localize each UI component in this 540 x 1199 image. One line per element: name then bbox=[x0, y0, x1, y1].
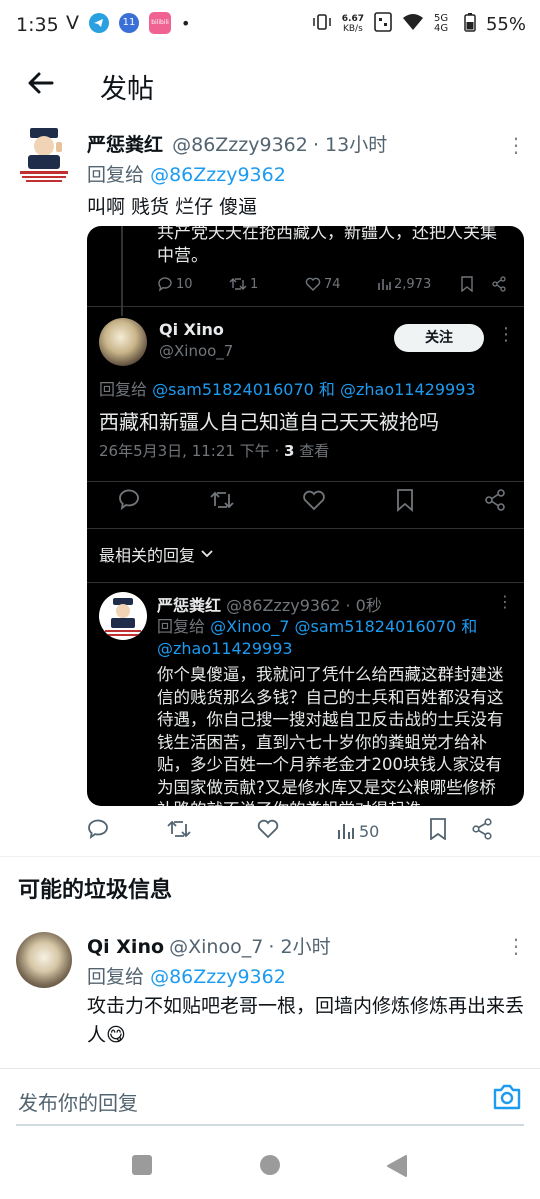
spam-user-name[interactable]: Qi Xino bbox=[87, 936, 164, 958]
embed-user-name[interactable]: Qi Xino bbox=[159, 320, 224, 339]
embed-like-icon[interactable] bbox=[302, 488, 326, 512]
battery-icon bbox=[464, 12, 476, 36]
nested-reply-text: 你个臭傻逼，我就问了凭什么给西藏这群封建迷信的贱货那么多钱？自己的士兵和百姓都没… bbox=[157, 665, 504, 806]
embed-action-bar bbox=[117, 488, 507, 512]
reply-composer[interactable]: 发布你的回复 bbox=[0, 1068, 540, 1130]
like-icon bbox=[305, 277, 321, 291]
embed-reply-icon[interactable] bbox=[117, 488, 141, 512]
net-speed: 6.67 KB/s bbox=[341, 14, 364, 34]
views-count: 50 bbox=[359, 821, 380, 841]
notification-count-badge: 11 bbox=[119, 13, 139, 33]
status-bar: 1:35 V 11 bilibili • 6.67 KB/s 5G 4G 55% bbox=[0, 0, 540, 52]
main-post-header: 严惩粪红 @86Zzzy9362 · 13小时 bbox=[87, 130, 387, 157]
embed-share-icon[interactable] bbox=[483, 488, 507, 512]
spam-reply-text: 攻击力不如贴吧老哥一根，回墙内修炼修炼再出来丢人😋 bbox=[87, 995, 525, 1046]
status-dot: • bbox=[181, 13, 191, 33]
nested-reply-header: 严惩粪红 @86Zzzy9362 · 0秒 bbox=[157, 596, 382, 615]
reply-underline bbox=[16, 1124, 524, 1126]
embed-tweet-text: 西藏和新疆人自己知道自己天天被抢吗 bbox=[99, 410, 439, 434]
embed-bookmark-icon[interactable] bbox=[394, 488, 416, 512]
reply-button[interactable] bbox=[87, 818, 167, 844]
like-icon bbox=[257, 819, 279, 839]
views-icon bbox=[378, 279, 391, 290]
follow-button[interactable]: 关注 bbox=[394, 324, 484, 352]
embedded-image[interactable]: 共产党天天在抢西藏人，新疆人，还把人关集中营。 10 1 74 2,973 Qi… bbox=[87, 226, 524, 806]
reply-to-handle[interactable]: @86Zzzy9362 bbox=[150, 164, 286, 186]
embed-timestamp-line: 26年5月3日, 11:21 下午 · 3 查看 bbox=[99, 442, 330, 460]
spam-reply-header: Qi Xino @Xinoo_7 · 2小时 bbox=[87, 932, 331, 959]
nested-more-icon[interactable]: ⋮ bbox=[497, 592, 513, 611]
bookmark-button[interactable] bbox=[429, 818, 471, 844]
back-triangle-icon[interactable] bbox=[386, 1154, 408, 1182]
home-circle-icon[interactable] bbox=[260, 1155, 280, 1175]
share-icon bbox=[492, 276, 506, 292]
telegram-icon bbox=[89, 13, 109, 33]
reply-icon bbox=[88, 819, 108, 839]
battery-level: 55% bbox=[485, 13, 526, 35]
avatar-main[interactable] bbox=[18, 124, 70, 184]
system-nav-bar bbox=[0, 1140, 540, 1199]
like-button[interactable] bbox=[257, 818, 337, 844]
embed-reply-to: 回复给 @sam51824016070 和 @zhao11429993 bbox=[99, 380, 476, 399]
embed-top-actions: 10 1 74 2,973 bbox=[157, 276, 507, 292]
share-icon bbox=[472, 818, 492, 840]
camera-icon[interactable] bbox=[492, 1083, 522, 1115]
sort-replies-dropdown[interactable]: 最相关的回复 bbox=[99, 542, 213, 566]
page-title: 发帖 bbox=[100, 74, 154, 105]
spam-reply-avatar[interactable] bbox=[16, 932, 72, 988]
wifi-icon bbox=[402, 13, 424, 35]
bookmark-icon bbox=[430, 818, 446, 841]
carrier-icon: V bbox=[66, 12, 79, 34]
spam-section-title: 可能的垃圾信息 bbox=[18, 878, 173, 903]
post-time: · 13小时 bbox=[312, 134, 388, 156]
bilibili-icon: bilibili bbox=[149, 12, 171, 34]
nfc-icon bbox=[374, 12, 392, 36]
embed-top-text: 共产党天天在抢西藏人，新疆人，还把人关集中营。 bbox=[157, 226, 497, 266]
bookmark-icon bbox=[461, 276, 473, 292]
post-text: 叫啊 贱货 烂仔 傻逼 bbox=[87, 196, 258, 218]
spam-user-handle[interactable]: @Xinoo_7 bbox=[169, 936, 263, 958]
nested-reply-avatar[interactable] bbox=[99, 592, 147, 640]
top-bar: 发帖 bbox=[0, 52, 540, 118]
share-button[interactable] bbox=[471, 818, 493, 844]
reply-input[interactable]: 发布你的回复 bbox=[18, 1087, 138, 1116]
bilibili-label: bilibili bbox=[151, 19, 169, 26]
embed-more-icon[interactable]: ⋮ bbox=[497, 324, 515, 345]
reply-to-prefix: 回复给 bbox=[87, 164, 145, 186]
retweet-button[interactable] bbox=[167, 818, 257, 844]
reply-icon bbox=[158, 277, 172, 292]
recents-square-icon[interactable] bbox=[132, 1155, 152, 1175]
thread-line bbox=[121, 226, 123, 316]
nested-reply-to: 回复给 @Xinoo_7 @sam51824016070 和 @zhao1142… bbox=[157, 617, 478, 658]
back-arrow-icon[interactable] bbox=[24, 66, 58, 100]
reply-to-line: 回复给 @86Zzzy9362 bbox=[87, 160, 286, 187]
status-time: 1:35 bbox=[16, 14, 59, 36]
more-options-icon[interactable]: ⋮ bbox=[506, 133, 526, 157]
chevron-down-icon bbox=[201, 550, 213, 558]
main-action-bar: 50 bbox=[87, 818, 517, 844]
spam-reply-to: 回复给 @86Zzzy9362 bbox=[87, 966, 286, 988]
network-type: 5G 4G bbox=[433, 13, 449, 34]
spam-more-icon[interactable]: ⋮ bbox=[506, 934, 526, 958]
qi-xino-avatar[interactable] bbox=[99, 318, 147, 366]
user-name[interactable]: 严惩粪红 bbox=[87, 134, 163, 156]
embed-retweet-icon[interactable] bbox=[209, 488, 235, 512]
user-handle[interactable]: @86Zzzy9362 bbox=[172, 134, 308, 156]
embed-user-handle[interactable]: @Xinoo_7 bbox=[159, 342, 233, 360]
spam-post-time: · 2小时 bbox=[268, 936, 331, 958]
retweet-icon bbox=[167, 820, 191, 838]
views-icon bbox=[338, 824, 354, 839]
vibrate-icon bbox=[312, 13, 332, 35]
views-button[interactable]: 50 bbox=[337, 822, 429, 841]
retweet-icon bbox=[229, 278, 247, 290]
